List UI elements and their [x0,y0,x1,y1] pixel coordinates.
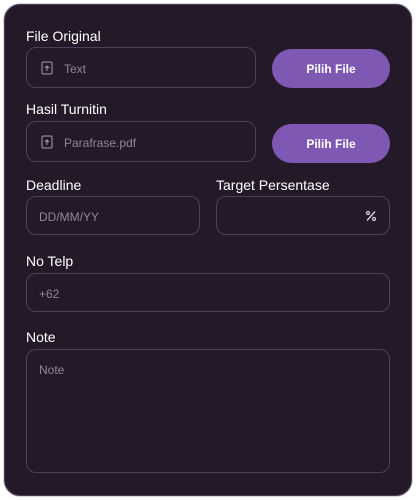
deadline-label: Deadline [26,177,82,193]
deadline-placeholder: DD/MM/YY [39,210,99,224]
file-original-placeholder: Text [64,62,87,76]
hasil-turnitin-value: Parafrase.pdf [64,136,137,150]
note-placeholder: Note [39,363,65,377]
file-original-label: File Original [26,28,101,44]
hasil-turnitin-label: Hasil Turnitin [26,101,107,117]
no-telp-label: No Telp [26,253,74,269]
target-persentase-label: Target Persentase [216,177,330,193]
percent-icon [365,210,377,222]
file-original-choose-button[interactable]: Pilih File [272,49,390,88]
hasil-turnitin-choose-button[interactable]: Pilih File [272,124,390,163]
note-label: Note [26,329,56,345]
file-original-field[interactable]: Text [26,47,256,88]
no-telp-input[interactable]: +62 [26,273,390,312]
no-telp-placeholder: +62 [39,287,60,301]
upload-file-icon [41,135,53,149]
upload-file-icon [41,61,53,75]
deadline-input[interactable]: DD/MM/YY [26,196,200,235]
note-textarea[interactable]: Note [26,349,390,473]
target-persentase-input[interactable] [216,196,390,235]
hasil-turnitin-field[interactable]: Parafrase.pdf [26,121,256,162]
